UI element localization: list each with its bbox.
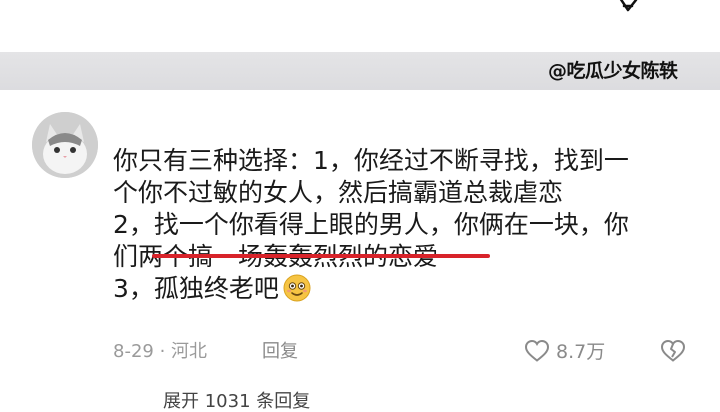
comment-line-last: 3，孤独终老吧 bbox=[113, 273, 693, 305]
comment-line: 个你不过敏的女人，然后搞霸道总裁虐恋 bbox=[113, 178, 564, 207]
cat-avatar-icon bbox=[32, 112, 98, 178]
like-count: 8.7万 bbox=[556, 341, 606, 363]
comment-line: 你只有三种选择：1，你经过不断寻找，找到一 bbox=[113, 146, 629, 175]
avatar[interactable] bbox=[32, 112, 98, 178]
comment-line: 2，找一个你看得上眼的男人，你俩在一块，你 bbox=[113, 210, 629, 239]
comment-line-text: 3，孤独终老吧 bbox=[113, 274, 279, 303]
reply-button[interactable]: 回复 bbox=[262, 338, 298, 366]
doodle-mark bbox=[619, 0, 638, 12]
expand-replies-link[interactable]: 展开 1031 条回复 bbox=[163, 392, 310, 412]
top-strip bbox=[0, 0, 720, 52]
broken-heart-icon[interactable] bbox=[660, 339, 686, 363]
comment-date-location: 8-29 · 河北 bbox=[113, 341, 208, 362]
highlight-underline bbox=[152, 254, 490, 258]
heart-icon[interactable] bbox=[524, 339, 550, 363]
watermark-text: @吃瓜少女陈轶 bbox=[548, 60, 678, 82]
comment-body: 你只有三种选择：1，你经过不断寻找，找到一 个你不过敏的女人，然后搞霸道总裁虐恋… bbox=[113, 145, 693, 305]
smiling-face-emoji-icon bbox=[283, 274, 311, 302]
